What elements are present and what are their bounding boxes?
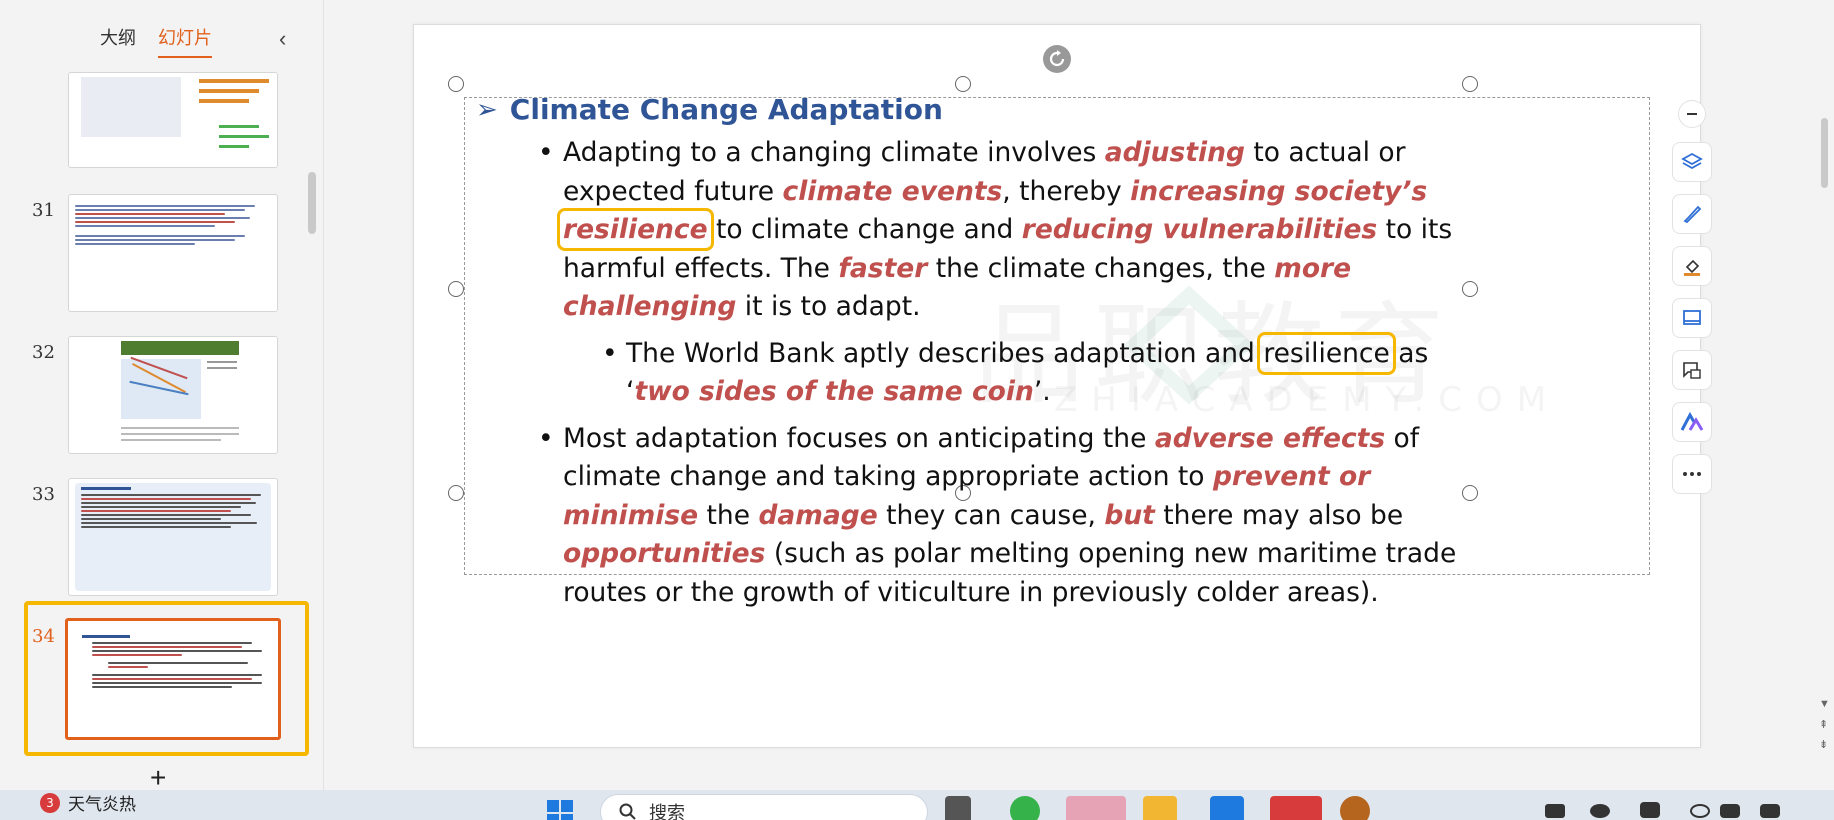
slide-number: 34 [32, 626, 55, 647]
text-run: to climate change and [707, 214, 1022, 245]
arrow-bullet-icon: ➢ [476, 94, 498, 125]
wechat-icon[interactable] [1010, 796, 1040, 820]
wps-office-icon[interactable] [1270, 796, 1322, 820]
emphasis-text: increasing society’s [1130, 175, 1428, 207]
emphasis-text: damage [758, 499, 878, 531]
previous-slide-icon[interactable]: ⇞ [1819, 718, 1828, 731]
emphasis-text: reducing vulnerabilities [1021, 214, 1378, 245]
text-run: it is to adapt. [736, 291, 921, 322]
slide-text-content[interactable]: ➢ Climate Change Adaptation • Adapting t… [476, 83, 1476, 612]
windows-taskbar: 3 天气炎热 搜索 [0, 790, 1834, 820]
text-run: the climate changes, the [927, 252, 1275, 284]
emphasis-text: adverse effects [1154, 422, 1386, 454]
task-view-icon[interactable] [945, 796, 971, 820]
resize-handle[interactable] [448, 281, 464, 297]
text-run: there may also be [1154, 499, 1404, 531]
slide-thumbnail-34[interactable] [65, 618, 281, 740]
app-icon[interactable] [1340, 796, 1370, 820]
resize-handle[interactable] [448, 485, 464, 501]
emphasis-text: two sides of the same coin [634, 376, 1034, 407]
emphasis-text: adjusting [1104, 137, 1245, 168]
slide-editor: 品职教育 ZHIACADEMY.COM ➢ Climate Change Ada… [325, 0, 1815, 790]
windows-start-icon[interactable] [545, 796, 579, 820]
text-run: ’. [1033, 376, 1051, 407]
taskbar-search[interactable]: 搜索 [600, 794, 928, 820]
emphasis-text: but [1104, 499, 1155, 531]
slide-thumbnail-32[interactable] [68, 336, 278, 454]
bullet-dot-icon: • [538, 137, 554, 168]
slide-thumbnail-31[interactable] [68, 194, 278, 312]
tab-slides[interactable]: 幻灯片 [158, 24, 212, 58]
notification-badge: 3 [40, 792, 60, 813]
scroll-down-icon[interactable]: ▼ [1819, 698, 1830, 710]
editor-scrollbar[interactable]: ▼ ⇞ ⇟ [1815, 0, 1834, 790]
slide-number: 31 [32, 200, 55, 221]
annotated-resilience: resilience [1257, 331, 1396, 375]
emphasis-text: opportunities [563, 538, 766, 569]
bullet-dot-icon: • [602, 337, 618, 369]
search-placeholder: 搜索 [649, 803, 685, 820]
ime-icon[interactable] [1640, 802, 1660, 818]
tray-icon[interactable] [1590, 804, 1610, 818]
thumbnail-scrollbar[interactable] [308, 172, 316, 234]
minus-icon[interactable] [1678, 100, 1706, 128]
bullet-paragraph-3: • Most adaptation focuses on anticipatin… [476, 420, 1476, 613]
chevron-left-icon[interactable]: ‹ [279, 26, 286, 52]
clear-format-icon[interactable] [1672, 246, 1712, 286]
text-run: the [698, 499, 759, 531]
brush-icon[interactable] [1672, 194, 1712, 234]
volume-icon[interactable] [1720, 804, 1740, 818]
search-icon [619, 803, 636, 820]
messenger-icon[interactable] [1210, 796, 1244, 820]
emphasis-text: climate events [782, 175, 1003, 207]
text-run: The World Bank aptly describes adaptatio… [626, 337, 1264, 369]
slide-number: 32 [32, 342, 55, 363]
more-icon[interactable] [1672, 454, 1712, 494]
comment-icon[interactable] [1672, 350, 1712, 390]
tray-icon[interactable] [1545, 804, 1565, 818]
edge-browser-icon[interactable] [1066, 796, 1126, 820]
next-slide-icon[interactable]: ⇟ [1819, 738, 1828, 751]
panel-tabs: 大纲 幻灯片 [100, 24, 212, 58]
text-run: Most adaptation focuses on anticipating … [563, 422, 1155, 454]
slide-title: Climate Change Adaptation [509, 93, 943, 126]
slide-heading: ➢ Climate Change Adaptation [476, 93, 1476, 126]
weather-widget[interactable]: 3 天气炎热 [40, 790, 136, 815]
text-run: Adapting to a changing climate involves [563, 137, 1105, 168]
layers-icon[interactable] [1672, 142, 1712, 182]
annotated-resilience: resilience [557, 208, 714, 251]
file-explorer-icon[interactable] [1143, 796, 1177, 820]
floating-toolbar [1672, 100, 1716, 506]
bullet-paragraph-2: • The World Bank aptly describes adaptat… [476, 331, 1476, 412]
slide-layout-icon[interactable] [1672, 298, 1712, 338]
network-icon[interactable] [1690, 804, 1710, 818]
slide-thumbnail-30[interactable] [68, 72, 278, 168]
slide-number: 33 [32, 484, 55, 505]
tab-outline[interactable]: 大纲 [100, 24, 136, 58]
emphasis-text: faster [838, 252, 928, 284]
text-run: they can cause, [877, 499, 1105, 531]
bullet-paragraph-1: • Adapting to a changing climate involve… [476, 134, 1476, 327]
bullet-dot-icon: • [538, 422, 554, 454]
scrollbar-thumb[interactable] [1821, 118, 1828, 188]
ai-assistant-icon[interactable] [1672, 402, 1712, 442]
rotate-icon[interactable] [1043, 45, 1071, 73]
slide-thumbnail-panel: 大纲 幻灯片 ‹ 31 32 33 34 + [0, 0, 324, 793]
resize-handle[interactable] [448, 76, 464, 92]
slide-thumbnail-33[interactable] [68, 478, 278, 596]
weather-text: 天气炎热 [68, 795, 136, 815]
battery-icon[interactable] [1760, 804, 1780, 818]
slide-canvas[interactable]: 品职教育 ZHIACADEMY.COM ➢ Climate Change Ada… [413, 24, 1701, 748]
text-run: , thereby [1002, 175, 1131, 207]
